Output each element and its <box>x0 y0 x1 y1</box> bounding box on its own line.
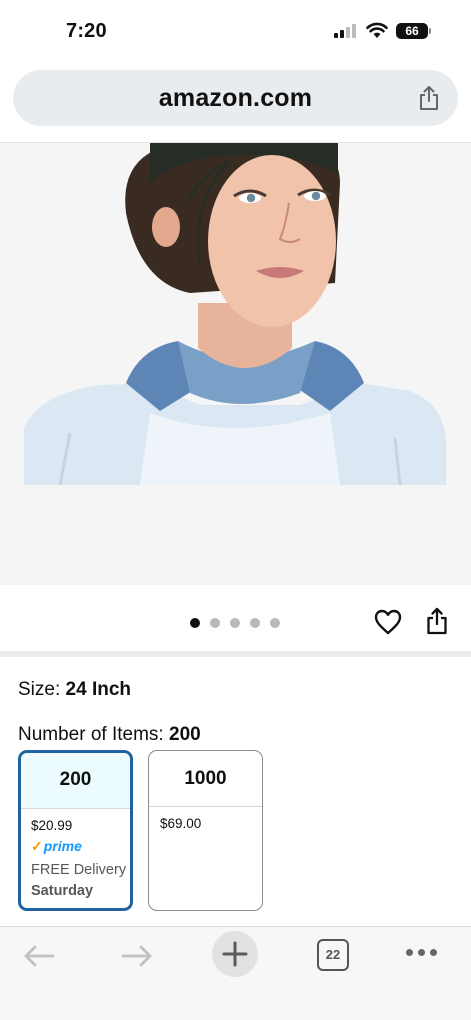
back-arrow-icon[interactable] <box>22 944 56 968</box>
share-icon[interactable] <box>418 85 440 111</box>
browser-toolbar: 22 <box>0 926 471 1020</box>
heart-icon[interactable] <box>374 609 402 635</box>
prime-label: prime <box>43 838 82 855</box>
gallery-dot[interactable] <box>230 618 240 628</box>
items-label: Number of Items: <box>18 724 164 745</box>
prime-badge: ✓ prime <box>31 838 130 855</box>
share-icon[interactable] <box>426 607 448 635</box>
delivery-text: FREE Delivery <box>31 862 127 879</box>
option-card-1000[interactable]: 1000 $69.00 <box>148 750 263 911</box>
size-value: 24 Inch <box>65 679 132 700</box>
product-image-gallery[interactable] <box>0 143 471 585</box>
option-price: $69.00 <box>160 816 202 831</box>
size-selection: Size: 24 Inch <box>18 679 131 701</box>
url-text[interactable]: amazon.com <box>13 84 458 113</box>
status-bar: 7:20 66 <box>0 0 471 62</box>
more-menu-icon[interactable] <box>406 949 438 959</box>
plus-icon <box>222 941 248 967</box>
section-divider <box>0 651 471 657</box>
option-price: $20.99 <box>31 818 73 833</box>
tabs-button[interactable]: 22 <box>317 939 349 971</box>
status-time: 7:20 <box>66 20 107 42</box>
cellular-signal-icon <box>334 24 358 38</box>
gallery-controls <box>0 585 471 651</box>
address-bar[interactable]: amazon.com <box>13 70 458 126</box>
product-image[interactable] <box>0 143 471 585</box>
option-title: 200 <box>21 753 130 809</box>
gallery-dot[interactable] <box>210 618 220 628</box>
size-label: Size: <box>18 679 61 700</box>
option-title: 1000 <box>149 751 262 807</box>
prime-check-icon: ✓ <box>31 838 43 855</box>
items-value: 200 <box>169 724 201 745</box>
gallery-dot[interactable] <box>250 618 260 628</box>
battery-icon: 66 <box>396 23 431 39</box>
new-tab-button[interactable] <box>212 931 258 977</box>
wifi-icon <box>366 22 388 38</box>
items-selection: Number of Items: 200 <box>18 724 201 746</box>
gallery-dot-active[interactable] <box>190 618 200 628</box>
option-card-200[interactable]: 200 $20.99 ✓ prime FREE Delivery Saturda… <box>18 750 133 911</box>
forward-arrow-icon[interactable] <box>120 944 154 968</box>
delivery-day: Saturday <box>31 882 94 899</box>
gallery-dot[interactable] <box>270 618 280 628</box>
